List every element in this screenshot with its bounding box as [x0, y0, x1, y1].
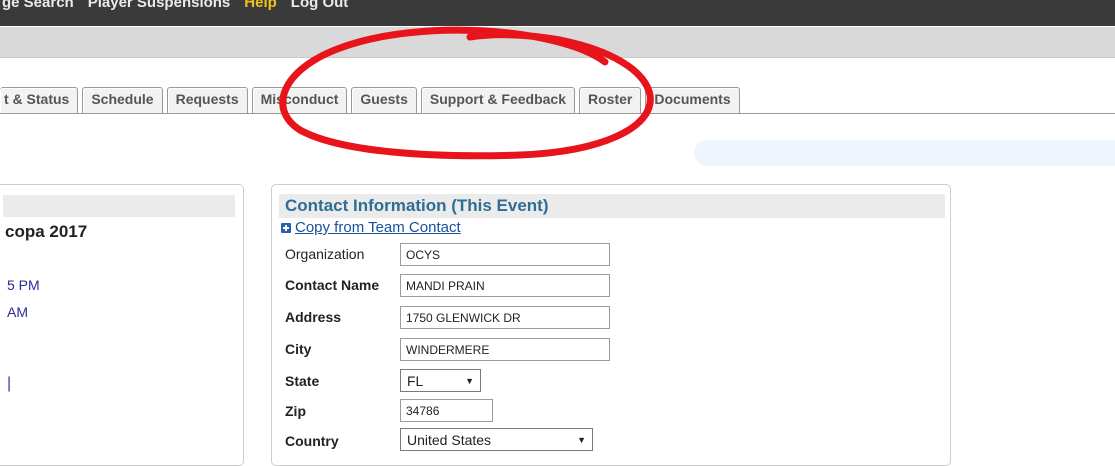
nav-log-out[interactable]: Log Out — [291, 0, 348, 11]
tab-requests[interactable]: Requests — [166, 87, 248, 113]
copy-link-label: Copy from Team Contact — [295, 219, 461, 236]
dropdown-arrow-icon: ▼ — [465, 375, 474, 386]
state-label: State — [285, 373, 320, 389]
address-field[interactable]: 1750 GLENWICK DR — [400, 306, 610, 329]
top-nav-bar: ge Search Player Suspensions Help Log Ou… — [0, 0, 1115, 26]
country-label: Country — [285, 433, 339, 449]
organization-label: Organization — [285, 246, 365, 262]
contact-panel-title: Contact Information (This Event) — [285, 196, 549, 215]
tab-schedule[interactable]: Schedule — [82, 87, 163, 113]
tab-guests[interactable]: Guests — [351, 87, 417, 113]
city-field[interactable]: WINDERMERE — [400, 338, 610, 361]
sub-header-bar — [0, 27, 1115, 58]
tab-event-status[interactable]: t & Status — [0, 87, 79, 113]
tab-roster[interactable]: Roster — [579, 87, 642, 113]
info-banner — [694, 140, 1115, 166]
tab-support-feedback[interactable]: Support & Feedback — [420, 87, 576, 113]
event-time-1: 5 PM — [7, 277, 40, 293]
nav-player-suspensions[interactable]: Player Suspensions — [88, 0, 231, 11]
contact-name-label: Contact Name — [285, 277, 380, 293]
event-title: copa 2017 — [5, 222, 88, 241]
state-value: FL — [407, 372, 424, 389]
contact-panel-header: Contact Information (This Event) — [279, 194, 945, 218]
event-link-fragment[interactable]: | — [7, 375, 11, 393]
tab-divider — [0, 113, 1115, 114]
city-label: City — [285, 341, 312, 357]
address-label: Address — [285, 309, 342, 325]
state-select[interactable]: FL ▼ — [400, 369, 481, 392]
country-value: United States — [407, 431, 492, 448]
dropdown-arrow-icon: ▼ — [577, 434, 586, 445]
top-nav: ge Search Player Suspensions Help Log Ou… — [2, 0, 348, 20]
event-time-2: AM — [7, 304, 28, 320]
plus-icon — [281, 222, 291, 233]
tab-strip: t & Status Schedule Requests Misconduct … — [0, 87, 740, 113]
zip-field[interactable]: 34786 — [400, 399, 493, 422]
tab-misconduct[interactable]: Misconduct — [251, 87, 348, 113]
event-panel-header — [3, 195, 235, 217]
organization-field[interactable]: OCYS — [400, 243, 610, 266]
tab-documents[interactable]: Documents — [645, 87, 740, 113]
copy-from-team-contact-link[interactable]: Copy from Team Contact — [281, 219, 461, 236]
nav-message-search[interactable]: ge Search — [2, 0, 74, 11]
country-select[interactable]: United States ▼ — [400, 428, 593, 451]
contact-info-panel: Contact Information (This Event) Copy fr… — [271, 184, 951, 466]
nav-help[interactable]: Help — [244, 0, 277, 11]
contact-name-field[interactable]: MANDI PRAIN — [400, 274, 610, 297]
zip-label: Zip — [285, 403, 306, 419]
event-panel: copa 2017 5 PM AM | — [0, 184, 244, 466]
